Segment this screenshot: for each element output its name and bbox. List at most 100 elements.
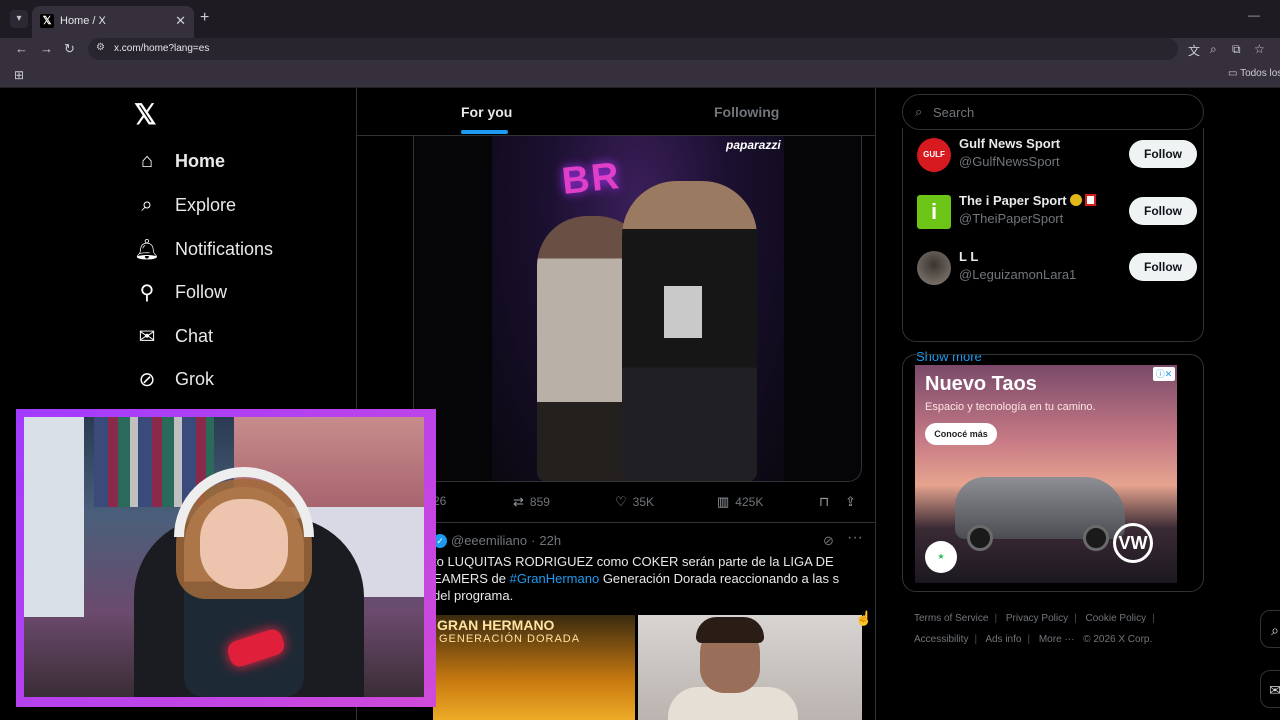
footer-link-cookies[interactable]: Cookie Policy (1086, 613, 1147, 624)
footer-link-more[interactable]: More ··· (1039, 634, 1075, 645)
nav-label: Notifications (175, 238, 274, 259)
footer-link-privacy[interactable]: Privacy Policy (1006, 613, 1068, 624)
room-door (24, 417, 84, 617)
views-button[interactable]: ▥ 425K (717, 494, 763, 510)
url-text: x.com/home?lang=es (114, 43, 210, 54)
grok-action-icon[interactable]: ⊘ (823, 533, 834, 549)
follow-button[interactable]: Follow (1129, 140, 1197, 168)
repost-button[interactable]: ⇄ 859 (513, 494, 550, 510)
footer-separator: | (1074, 613, 1077, 624)
post-image-1[interactable]: GRAN HERMANO GENERACIÓN DORADA (433, 615, 635, 720)
reload-icon[interactable]: ↻ (64, 41, 75, 57)
bookmarks-folder-label: Todos los (1240, 68, 1280, 79)
forward-icon[interactable]: → (40, 41, 53, 56)
browser-tab[interactable]: 𝕏 Home / X ✕ (32, 6, 194, 38)
more-options-icon[interactable]: ··· (847, 529, 863, 547)
follow-suggestion[interactable]: i The i Paper Sport @TheiPaperSport Foll… (917, 193, 1197, 233)
footer-separator: | (994, 613, 998, 624)
car-wheel (1083, 525, 1109, 551)
share-button[interactable]: ⇪ (845, 494, 856, 510)
nav-label: Follow (175, 281, 228, 302)
follow-button[interactable]: Follow (1129, 197, 1197, 225)
footer-link-terms[interactable]: Terms of Service (914, 613, 988, 624)
bookmarks-folder[interactable]: ▭ Todos los (1228, 68, 1280, 79)
apps-grid-icon[interactable]: ⊞ (14, 68, 24, 82)
envelope-icon: ✉ (138, 325, 156, 348)
floating-messages-button[interactable]: ✉ (1260, 670, 1280, 708)
nav-grok[interactable]: ⊘ Grok (134, 364, 214, 394)
zoom-icon[interactable]: ⌕ (1210, 42, 1217, 57)
user-name[interactable]: Gulf News Sport (959, 136, 1060, 151)
user-name[interactable]: The i Paper Sport (959, 193, 1096, 208)
post-time[interactable]: 22h (539, 533, 561, 548)
avatar[interactable] (917, 251, 951, 285)
tab-close-icon[interactable]: ✕ (175, 13, 186, 29)
footer-link-ads-info[interactable]: Ads info (985, 634, 1021, 645)
copyright: © 2026 X Corp. (1083, 634, 1153, 645)
share-icon: ⇪ (845, 494, 856, 509)
car-wheel (967, 525, 993, 551)
site-info-icon[interactable]: ⚙ (96, 42, 105, 53)
nav-label: Home (175, 150, 226, 171)
ad-subtitle: Espacio y tecnología en tu camino. (925, 401, 1096, 413)
repost-count: 859 (529, 495, 550, 509)
footer-separator: | (1152, 613, 1155, 624)
nav-label: Grok (175, 368, 215, 389)
nav-explore[interactable]: ⌕ Explore (134, 190, 236, 220)
search-input[interactable] (933, 103, 1193, 121)
footer-separator: | (974, 634, 978, 645)
bookmark-button[interactable]: ⊓ (819, 494, 829, 510)
ad-cta-button[interactable]: Conocé más (925, 423, 997, 445)
ad-image[interactable]: Nuevo Taos Espacio y tecnología en tu ca… (915, 365, 1177, 583)
follow-suggestion[interactable]: GULF NEWS Gulf News Sport @GulfNewsSport… (917, 136, 1197, 176)
window-minimize-icon[interactable]: — (1248, 8, 1260, 22)
follow-suggestion[interactable]: L L @LeguizamonLara1 Follow (917, 249, 1197, 289)
like-count: 35K (632, 495, 655, 509)
user-name[interactable]: L L (959, 249, 978, 264)
photo: BR (492, 136, 784, 481)
follow-button[interactable]: Follow (1129, 253, 1197, 281)
follow-user-icon: ⚲ (139, 281, 155, 304)
webcam-overlay (16, 409, 436, 707)
user-handle: @LeguizamonLara1 (959, 267, 1077, 282)
tab-search-button[interactable]: ▾ (10, 10, 28, 28)
avatar[interactable]: i (917, 195, 951, 229)
footer-separator: | (1027, 634, 1031, 645)
address-bar[interactable]: ⚙ x.com/home?lang=es (88, 38, 1178, 60)
post-handle[interactable]: @eeemiliano (451, 533, 527, 548)
post-image[interactable]: BR paparazzi (413, 136, 862, 482)
ad-title: Nuevo Taos (925, 373, 1037, 395)
post-image-2[interactable] (638, 615, 862, 720)
search-box: ⌕ (902, 94, 1204, 130)
avatar[interactable]: GULF NEWS (917, 138, 951, 172)
nav-chat[interactable]: ✉ Chat (134, 321, 213, 351)
bookmark-icon: ⊓ (819, 494, 830, 509)
footer-links: Terms of Service | Privacy Policy | Cookie… (914, 608, 1194, 650)
new-tab-icon[interactable]: + (200, 9, 209, 27)
x-favicon-icon: 𝕏 (40, 14, 54, 28)
floating-grok-button[interactable]: ⌕ (1260, 610, 1280, 648)
right-sidebar: ⌕ GULF NEWS Gulf News Sport @GulfNewsSpo… (876, 88, 1280, 720)
separator-dot: · (531, 533, 536, 548)
like-button[interactable]: ♡ 35K (615, 494, 654, 510)
nav-follow[interactable]: ⚲ Follow (134, 277, 227, 307)
post-header: ✓ @eeemiliano · 22h (433, 533, 561, 548)
feed-tabs: For you Following (357, 88, 875, 136)
nav-notifications[interactable]: 🔔︎ Notifications (134, 234, 273, 264)
translate-icon[interactable]: 文 (1188, 42, 1200, 59)
footer-link-accessibility[interactable]: Accessibility (914, 634, 968, 645)
x-logo-icon[interactable]: 𝕏 (134, 98, 157, 131)
repost-icon: ⇄ (513, 494, 524, 509)
bookmark-star-icon[interactable]: ☆ (1254, 42, 1265, 56)
ad-info-icon[interactable]: ⓘ✕ (1153, 367, 1175, 381)
tab-following[interactable]: Following (714, 104, 779, 120)
tab-for-you[interactable]: For you (461, 104, 512, 120)
search-icon: ⌕ (915, 104, 923, 119)
vw-logo-icon: VW (1113, 523, 1153, 563)
install-app-icon[interactable]: ⧉ (1232, 42, 1241, 57)
nav-home[interactable]: ⌂ Home (134, 146, 225, 176)
image-title: GRAN HERMANO (437, 617, 555, 633)
person-hair (696, 617, 764, 643)
back-icon[interactable]: ← (15, 41, 28, 56)
hashtag-link[interactable]: #GranHermano (510, 571, 600, 586)
